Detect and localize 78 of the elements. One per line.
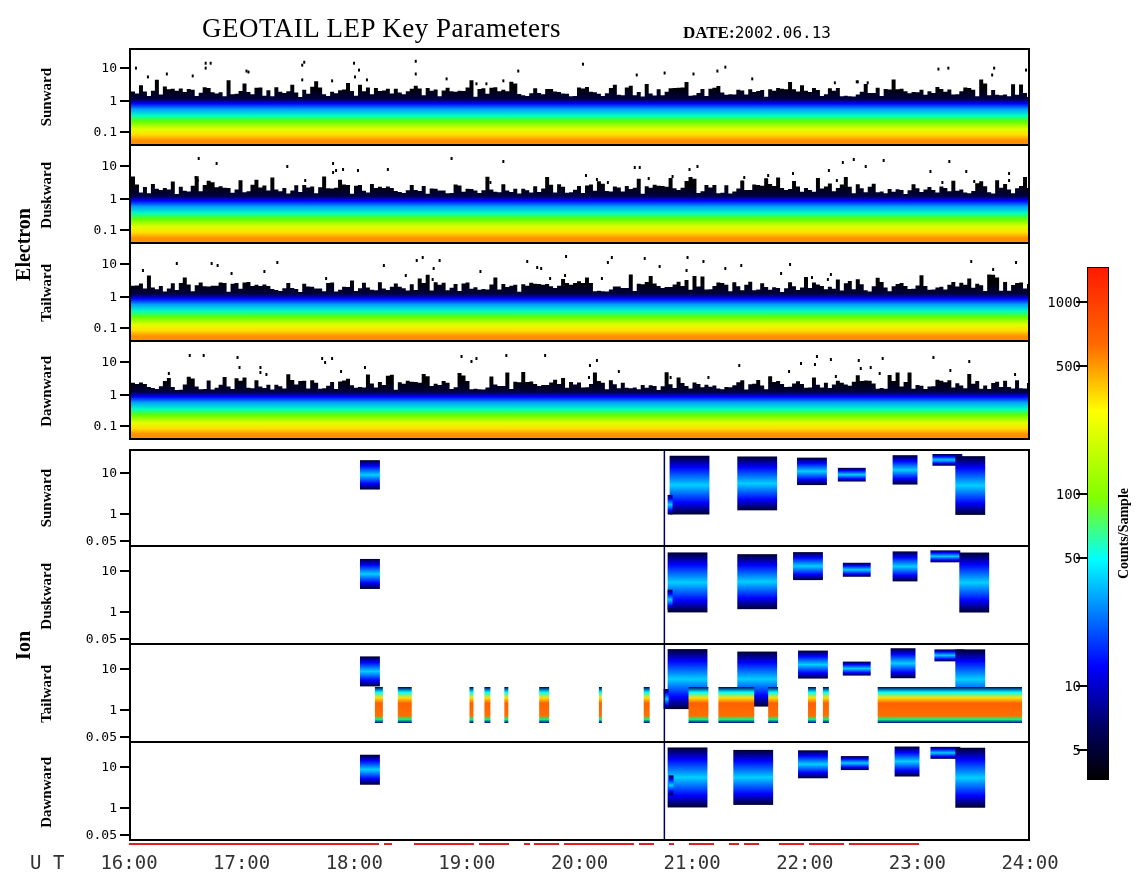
y-tick-label: 1 [109,702,117,717]
tick-mark [120,806,129,809]
y-tick-label: 0.05 [85,632,117,647]
panel-label: Tailward [37,264,55,322]
panel-label: Duskward [37,161,55,229]
tick-mark [120,512,129,515]
y-tick-label: 10 [101,759,117,774]
y-tick-label: 10 [101,256,117,271]
tick-mark [120,66,129,69]
tick-mark [120,360,129,363]
panel-label: Tailward [37,665,55,723]
panel-label: Dawnward [37,756,55,828]
tick-mark [120,327,129,330]
tick-mark [120,164,129,167]
x-tick-label: 16:00 [100,851,158,873]
panel-label: Sunward [37,67,55,127]
tick-mark [120,295,129,298]
y-tick-label: 0.1 [93,419,117,434]
y-tick-label: 1 [109,93,117,108]
x-axis-label: U T [30,851,65,873]
panel-label: Sunward [37,468,55,528]
x-tick-label: 21:00 [663,851,721,873]
tick-mark [120,197,129,200]
tick-mark [120,229,129,232]
y-tick-label: 0.05 [85,730,117,745]
x-tick-label: 17:00 [213,851,271,873]
x-tick-label: 23:00 [888,851,946,873]
tick-mark [120,708,129,711]
tick-mark [120,471,129,474]
x-tick-label: 24:00 [1001,851,1059,873]
y-tick-label: 1 [109,387,117,402]
y-tick-label: 10 [101,60,117,75]
color-scale-tick-label: 50 [1064,549,1081,566]
tick-mark [120,425,129,428]
x-tick-label: 20:00 [550,851,609,873]
tick-mark [120,393,129,396]
x-tick-label: 18:00 [325,851,383,873]
panel-label: Dawnward [37,355,55,427]
panel-label: Duskward [37,562,55,630]
date-label: DATE: [683,23,735,43]
y-tick-label: 10 [101,661,117,676]
y-tick-label: 1 [109,191,117,206]
y-tick-label: 10 [101,158,117,173]
x-tick-label: 22:00 [776,851,834,873]
y-tick-label: 10 [101,563,117,578]
y-tick-label: 1 [109,800,117,815]
tick-mark [120,765,129,768]
tick-mark [120,736,129,739]
x-tick-label: 19:00 [438,851,496,873]
y-tick-label: 10 [101,465,117,480]
y-tick-label: 0.1 [93,223,117,238]
y-tick-label: 0.05 [85,534,117,549]
y-tick-label: 1 [109,506,117,521]
y-tick-label: 0.1 [93,125,117,140]
y-tick-label: 10 [101,354,117,369]
group-label: Electron [11,207,35,281]
y-tick-label: 0.1 [93,321,117,336]
y-tick-label: 1 [109,604,117,619]
group-label: Ion [11,630,35,660]
color-scale-tick-label: 500 [1055,358,1081,374]
tick-mark [120,610,129,613]
tick-mark [120,262,129,265]
tick-mark [120,834,129,837]
color-scale-tick-label: 1000 [1047,293,1081,310]
color-scale-tick-label: 100 [1055,485,1081,502]
color-scale-tick-label: 10 [1064,678,1081,695]
tick-mark [120,667,129,670]
y-tick-label: 0.05 [85,828,117,843]
date-value: 2002.06.13 [734,23,831,42]
tick-mark [1077,365,1087,367]
tick-mark [120,131,129,134]
tick-mark [120,638,129,641]
color-scale-label: Counts/Sample [1116,488,1132,580]
tick-mark [120,569,129,572]
tick-mark [120,99,129,102]
tick-mark [120,540,129,543]
y-tick-label: 1 [109,289,117,304]
plot-title: GEOTAIL LEP Key Parameters [202,15,561,45]
